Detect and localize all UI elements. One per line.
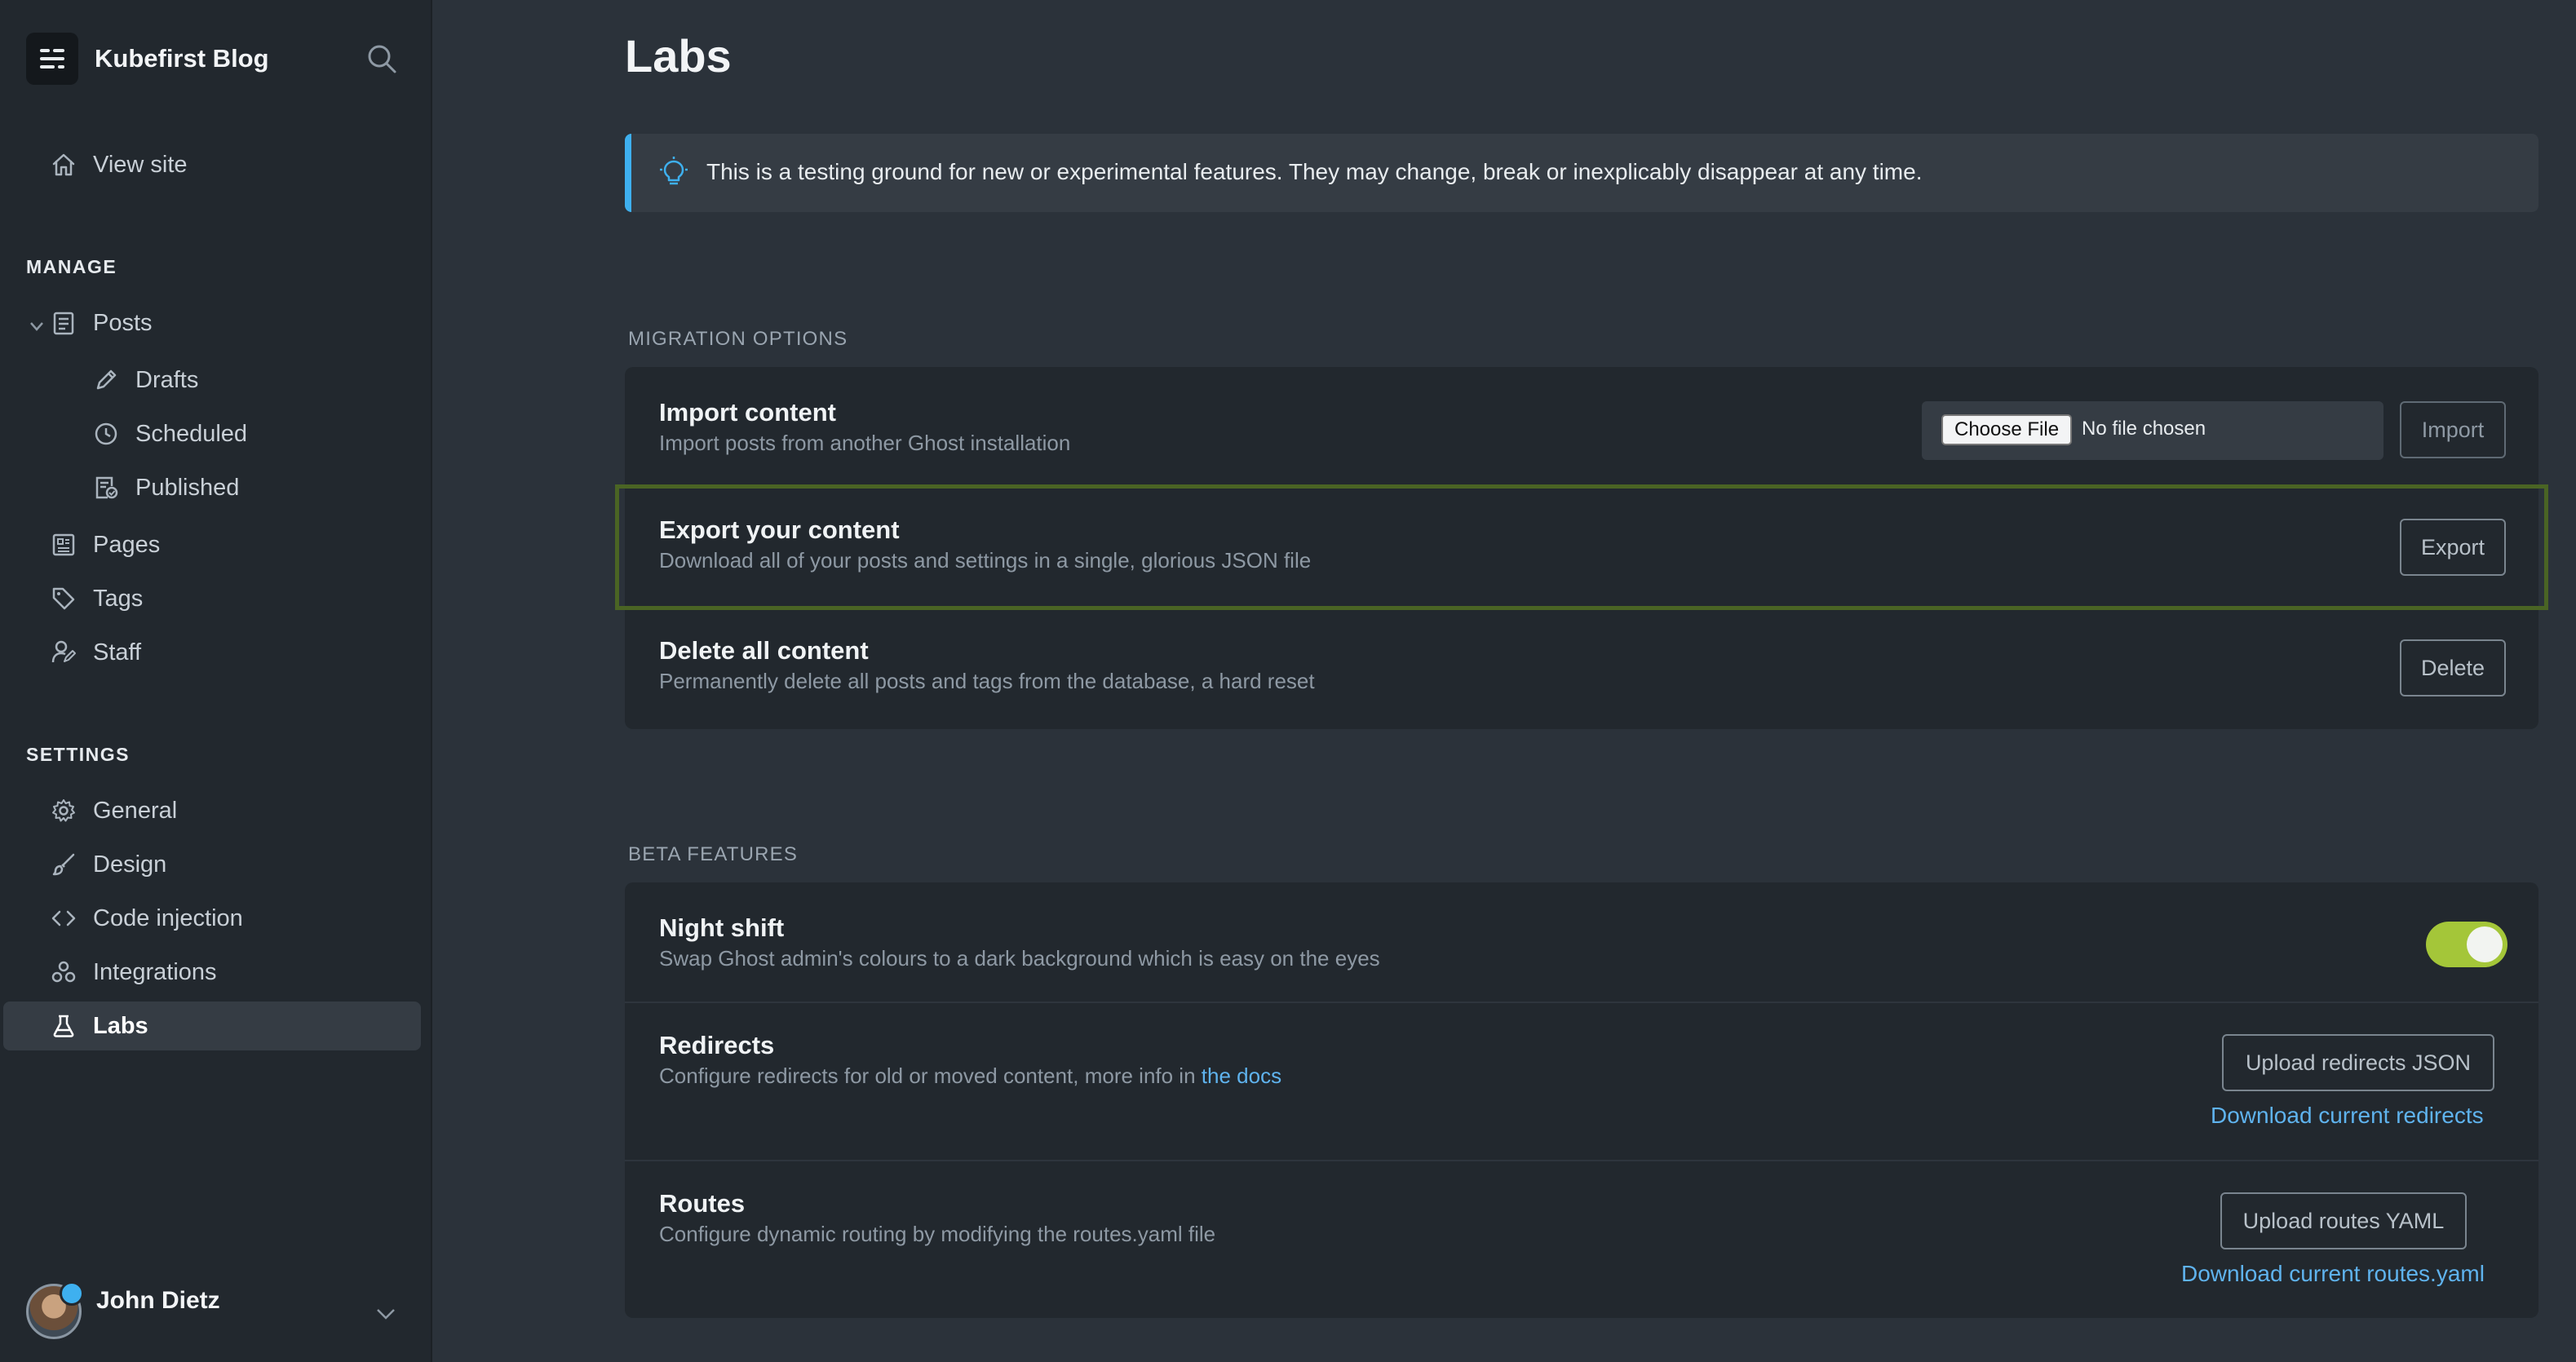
chevron-down-icon[interactable] xyxy=(28,315,46,333)
notification-dot xyxy=(60,1281,84,1306)
nav-label: General xyxy=(93,797,178,824)
nav-label: Posts xyxy=(93,309,153,336)
nav-labs[interactable]: Labs xyxy=(3,1002,421,1050)
manage-section-title: MANAGE xyxy=(26,256,117,277)
routes-description: Configure dynamic routing by modifying t… xyxy=(659,1222,1216,1246)
published-icon xyxy=(93,475,119,501)
chevron-down-icon[interactable] xyxy=(374,1302,398,1326)
ghost-logo-icon xyxy=(26,33,78,85)
nav-label: Drafts xyxy=(135,366,199,393)
import-description: Import posts from another Ghost installa… xyxy=(659,431,1071,455)
flask-icon xyxy=(51,1013,77,1039)
nav-label: Pages xyxy=(93,531,161,558)
pages-icon xyxy=(51,532,77,558)
gear-icon xyxy=(51,798,77,824)
nav-published[interactable]: Published xyxy=(3,463,421,512)
import-title: Import content xyxy=(659,398,836,427)
export-button[interactable]: Export xyxy=(2400,519,2506,576)
night-shift-title: Night shift xyxy=(659,913,785,942)
nav-label: Published xyxy=(135,474,240,501)
routes-row: Routes Configure dynamic routing by modi… xyxy=(625,1161,2538,1318)
pencil-icon xyxy=(93,367,119,393)
nav-pages[interactable]: Pages xyxy=(3,520,421,569)
download-redirects-link[interactable]: Download current redirects xyxy=(2211,1103,2484,1129)
code-icon xyxy=(51,905,77,931)
file-input[interactable]: Choose File No file chosen xyxy=(1922,401,2383,460)
beta-features-card: Night shift Swap Ghost admin's colours t… xyxy=(625,882,2538,1318)
alert-text: This is a testing ground for new or expe… xyxy=(706,159,1923,184)
avatar xyxy=(26,1281,84,1339)
labs-alert: This is a testing ground for new or expe… xyxy=(625,134,2538,212)
nav-label: Tags xyxy=(93,585,144,612)
toggle-knob xyxy=(2467,926,2503,962)
user-name: John Dietz xyxy=(96,1287,220,1314)
nav-label: Code injection xyxy=(93,904,243,931)
migration-options-title: MIGRATION OPTIONS xyxy=(628,328,848,350)
brush-icon xyxy=(51,851,77,878)
nav-label: Labs xyxy=(93,1012,148,1039)
nav-staff[interactable]: Staff xyxy=(3,628,421,677)
nav-label: View site xyxy=(93,151,188,178)
docs-link[interactable]: the docs xyxy=(1202,1064,1281,1088)
posts-icon xyxy=(51,310,77,336)
settings-section-title: SETTINGS xyxy=(26,744,131,765)
nav-label: Integrations xyxy=(93,958,217,985)
redirects-row: Redirects Configure redirects for old or… xyxy=(625,1003,2538,1160)
clock-icon xyxy=(93,421,119,447)
page-title: Labs xyxy=(625,30,732,82)
brand[interactable]: Kubefirst Blog xyxy=(26,33,269,85)
nav-drafts[interactable]: Drafts xyxy=(3,356,421,405)
blog-title: Kubefirst Blog xyxy=(95,44,269,73)
nav-posts[interactable]: Posts xyxy=(3,298,421,347)
upload-routes-button[interactable]: Upload routes YAML xyxy=(2220,1192,2467,1249)
migration-options-card: Import content Import posts from another… xyxy=(625,367,2538,729)
export-row: Export your content Download all of your… xyxy=(625,488,2538,607)
routes-title: Routes xyxy=(659,1189,746,1218)
tag-icon xyxy=(51,586,77,612)
user-menu[interactable]: John Dietz xyxy=(26,1281,409,1341)
nav-scheduled[interactable]: Scheduled xyxy=(3,409,421,458)
import-row: Import content Import posts from another… xyxy=(625,367,2538,486)
home-icon xyxy=(51,152,77,178)
choose-file-button[interactable]: Choose File xyxy=(1941,414,2073,445)
nav-tags[interactable]: Tags xyxy=(3,574,421,623)
delete-row: Delete all content Permanently delete al… xyxy=(625,608,2538,729)
delete-title: Delete all content xyxy=(659,636,869,665)
upload-redirects-button[interactable]: Upload redirects JSON xyxy=(2222,1034,2494,1091)
delete-button[interactable]: Delete xyxy=(2400,639,2506,696)
night-shift-row: Night shift Swap Ghost admin's colours t… xyxy=(625,882,2538,1002)
download-routes-link[interactable]: Download current routes.yaml xyxy=(2181,1261,2485,1287)
export-description: Download all of your posts and settings … xyxy=(659,548,1312,573)
export-title: Export your content xyxy=(659,515,900,544)
nav-general[interactable]: General xyxy=(3,786,421,835)
staff-icon xyxy=(51,639,77,666)
redirects-description: Configure redirects for old or moved con… xyxy=(659,1064,1282,1088)
import-button[interactable]: Import xyxy=(2400,401,2506,458)
delete-description: Permanently delete all posts and tags fr… xyxy=(659,669,1315,693)
redirects-title: Redirects xyxy=(659,1031,775,1059)
beta-features-title: BETA FEATURES xyxy=(628,843,799,865)
lightbulb-icon xyxy=(657,157,690,189)
sidebar: Kubefirst Blog View site MANAGE Posts Dr… xyxy=(0,0,432,1362)
nav-label: Staff xyxy=(93,639,142,666)
search-icon[interactable] xyxy=(364,41,400,77)
integrations-icon xyxy=(51,959,77,985)
nav-integrations[interactable]: Integrations xyxy=(3,948,421,997)
nav-view-site[interactable]: View site xyxy=(3,140,421,189)
nav-code-injection[interactable]: Code injection xyxy=(3,894,421,943)
night-shift-description: Swap Ghost admin's colours to a dark bac… xyxy=(659,946,1380,971)
nav-label: Design xyxy=(93,851,167,878)
night-shift-toggle[interactable] xyxy=(2426,922,2507,967)
file-status: No file chosen xyxy=(2082,418,2206,440)
nav-design[interactable]: Design xyxy=(3,840,421,889)
nav-label: Scheduled xyxy=(135,420,248,447)
